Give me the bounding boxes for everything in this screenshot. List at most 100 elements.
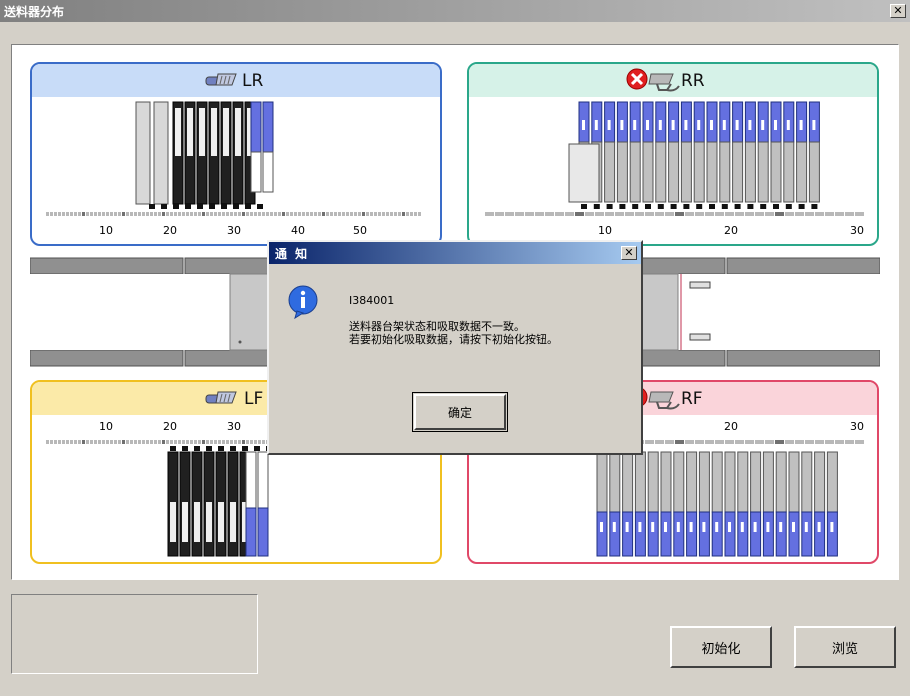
slot-tick: [74, 212, 77, 216]
slot-tick: [190, 212, 193, 216]
slot-tick: [82, 440, 85, 444]
feeder-pin: [747, 204, 754, 209]
feeder-slot: [596, 511, 608, 557]
slot-tick: [86, 212, 89, 216]
slot-tick: [735, 212, 744, 216]
slot-tick: [795, 212, 804, 216]
slot-tick: [142, 212, 145, 216]
slot-tick: [222, 212, 225, 216]
slot-tick: [190, 440, 193, 444]
slot-tick: [835, 440, 844, 444]
slot-tick: [122, 440, 125, 444]
feeder-slot-mark: [792, 522, 795, 532]
dialog-close-button[interactable]: ✕: [621, 246, 637, 260]
slot-tick: [755, 212, 764, 216]
slot-tick: [298, 212, 301, 216]
slot-tick: [274, 212, 277, 216]
ok-button-label: 确定: [447, 405, 472, 420]
feeder-slot: [609, 511, 621, 557]
initialize-button[interactable]: 初始化: [670, 626, 772, 668]
feeder-pin: [657, 204, 664, 209]
feeder-pin: [593, 204, 600, 209]
slot-number-label: 40: [291, 224, 305, 237]
feeder-slot-mark: [812, 120, 816, 130]
ok-button[interactable]: 确定: [412, 392, 508, 432]
slot-tick: [725, 440, 734, 444]
feeder-slot-highlight: [175, 108, 181, 156]
slot-tick: [98, 212, 101, 216]
feeder-slot-mark: [817, 522, 821, 532]
slot-tick: [178, 212, 181, 216]
feeder-slot: [719, 141, 731, 203]
slot-tick: [98, 440, 101, 444]
feeder-slot: [762, 511, 774, 557]
slot-tick: [795, 440, 804, 444]
slot-tick: [246, 212, 249, 216]
slot-number-label: 10: [99, 420, 113, 433]
feeder-slot-mark: [607, 120, 611, 130]
feeder-slot-mark: [620, 120, 624, 130]
dialog-message: 送料器台架状态和吸取数据不一致。 若要初始化吸取数据，请按下初始化按钮。: [349, 320, 558, 346]
feeder-slot: [783, 141, 795, 203]
slot-tick: [655, 212, 664, 216]
slot-tick: [605, 212, 614, 216]
window-titlebar: 送料器分布 ✕: [0, 0, 910, 22]
browse-button[interactable]: 浏览: [794, 626, 896, 668]
feeder-slot-mark: [774, 120, 777, 130]
slot-tick: [182, 212, 185, 216]
feeder-slot: [711, 451, 723, 513]
dialog-code: I384001: [349, 294, 395, 307]
feeder-pin: [670, 204, 677, 209]
slot-tick: [258, 440, 261, 444]
feeder-slot-mark: [740, 522, 744, 532]
slot-tick: [142, 440, 145, 444]
lr-feeder-rack: 10 20 30 40 50: [46, 101, 421, 237]
feeder-pin: [581, 204, 587, 209]
slot-tick: [785, 440, 794, 444]
feeder-slot: [750, 511, 762, 557]
slot-tick: [122, 212, 125, 216]
feeder-slot-mark: [664, 522, 667, 532]
slot-tick: [86, 440, 89, 444]
quadrant-rr[interactable]: RR 10 20 30: [467, 62, 879, 246]
slot-tick: [50, 440, 53, 444]
slot-tick: [485, 212, 494, 216]
slot-tick: [825, 212, 834, 216]
slot-tick: [685, 212, 694, 216]
slot-tick: [118, 440, 121, 444]
feeder-slot: [616, 141, 628, 203]
feeder-pin: [709, 204, 715, 209]
slot-tick: [62, 440, 65, 444]
feeder-slot: [775, 451, 787, 513]
slot-tick: [765, 440, 774, 444]
feeder-slot-mark: [766, 522, 770, 532]
feeder-pin: [245, 204, 251, 209]
slot-tick: [78, 440, 81, 444]
slot-tick: [358, 212, 361, 216]
feeder-slot-highlight: [206, 502, 212, 542]
dialog-message-line: 送料器台架状态和吸取数据不一致。: [349, 320, 525, 333]
slot-tick: [114, 440, 117, 444]
quadrant-lr[interactable]: LR 10 20 30 40 50: [30, 62, 442, 246]
slot-tick: [362, 212, 365, 216]
slot-tick: [370, 212, 373, 216]
slot-tick: [90, 440, 93, 444]
slot-number-label: 10: [99, 224, 113, 237]
feeder-pin: [696, 204, 703, 209]
slot-tick: [210, 440, 213, 444]
feeder-pin: [170, 446, 176, 451]
feeder-slot: [814, 451, 826, 513]
feeder-slot-mark: [702, 522, 706, 532]
slot-tick: [150, 440, 153, 444]
feeder-slot-mark: [676, 522, 680, 532]
slot-tick: [138, 440, 141, 444]
slot-tick: [565, 212, 574, 216]
feeder-slot: [655, 141, 667, 203]
slot-tick: [615, 212, 624, 216]
window-close-button[interactable]: ✕: [890, 4, 906, 18]
feeder-slot-mark: [753, 522, 757, 532]
slot-tick: [254, 440, 257, 444]
slot-tick: [186, 440, 189, 444]
slot-tick: [226, 212, 229, 216]
slot-tick: [50, 212, 53, 216]
